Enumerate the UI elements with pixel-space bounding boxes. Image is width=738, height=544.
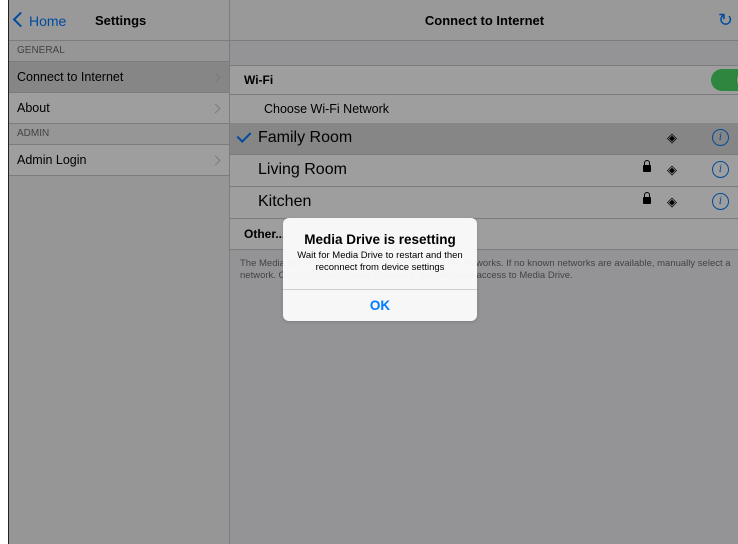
chevron-right-icon <box>734 197 738 208</box>
checkmark-icon <box>236 128 252 143</box>
lock-icon <box>643 160 651 172</box>
wifi-signal-icon: ◈ <box>667 162 677 177</box>
alert-message: Wait for Media Drive to restart and then… <box>297 250 463 273</box>
network-row-family-room[interactable]: Family Room ◈ i <box>230 123 738 155</box>
chevron-right-icon <box>210 155 221 166</box>
sidebar-item-label: About <box>17 101 50 115</box>
refresh-icon[interactable]: ↻ <box>718 10 733 31</box>
sidebar: Home Settings GENERAL Connect to Interne… <box>9 0 230 544</box>
network-name: Living Room <box>258 161 347 178</box>
chevron-right-icon <box>734 133 738 144</box>
sidebar-nav-bar: Home Settings <box>9 0 229 41</box>
wifi-toggle[interactable] <box>711 69 738 91</box>
sidebar-item-about[interactable]: About <box>9 93 229 124</box>
sidebar-title: Settings <box>95 13 147 28</box>
network-name: Kitchen <box>258 193 312 210</box>
sidebar-item-label: Connect to Internet <box>17 70 124 84</box>
network-name: Family Room <box>258 129 353 146</box>
sidebar-item-admin-login[interactable]: Admin Login <box>9 145 229 176</box>
section-header-admin: ADMIN <box>9 124 229 145</box>
back-button[interactable]: Home <box>12 11 67 29</box>
chevron-left-icon <box>12 11 29 28</box>
lock-icon <box>643 192 651 204</box>
chevron-right-icon <box>210 72 221 83</box>
page-title: Connect to Internet <box>424 13 545 28</box>
info-icon[interactable]: i <box>712 129 729 146</box>
alert-title: Media Drive is resetting <box>304 232 456 247</box>
chevron-right-icon <box>734 165 738 176</box>
reset-alert-dialog: Media Drive is resetting Wait for Media … <box>283 218 477 321</box>
sidebar-item-connect[interactable]: Connect to Internet <box>9 62 229 93</box>
wifi-label: Wi-Fi <box>244 73 274 87</box>
section-header-general: GENERAL <box>9 41 229 62</box>
wifi-signal-icon: ◈ <box>667 130 677 145</box>
ok-button[interactable]: OK <box>283 289 477 321</box>
other-network-label: Other... <box>244 227 286 241</box>
main-nav-bar: Connect to Internet ↻ <box>230 0 738 41</box>
wifi-toggle-row: Wi-Fi <box>230 65 738 95</box>
info-icon[interactable]: i <box>712 193 729 210</box>
chevron-right-icon <box>210 103 221 114</box>
choose-network-label: Choose Wi-Fi Network <box>230 95 738 123</box>
info-icon[interactable]: i <box>712 161 729 178</box>
wifi-signal-icon: ◈ <box>667 194 677 209</box>
sidebar-item-label: Admin Login <box>17 153 87 167</box>
back-label: Home <box>29 13 67 29</box>
network-row-living-room[interactable]: Living Room ◈ i <box>230 155 738 187</box>
network-row-kitchen[interactable]: Kitchen ◈ i <box>230 187 738 219</box>
